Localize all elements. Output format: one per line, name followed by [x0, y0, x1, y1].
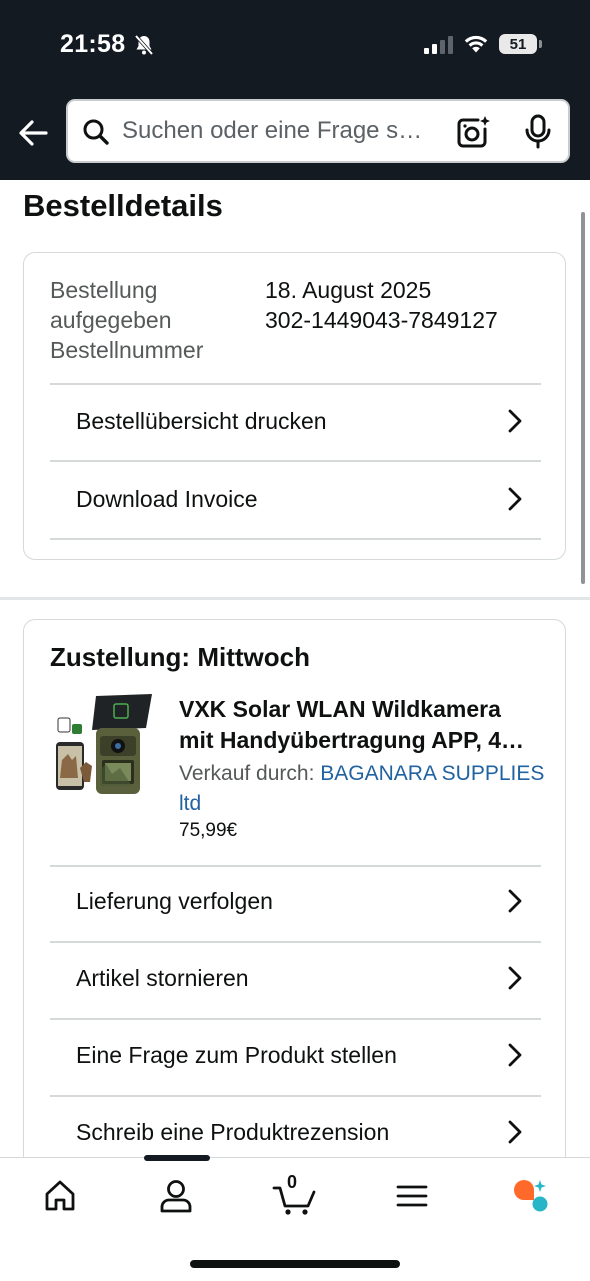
order-meta-labels: Bestellung aufgegeben Bestellnummer [50, 275, 203, 365]
product-title-line-1: VXK Solar WLAN Wildkamera [179, 696, 501, 722]
search-icon [83, 119, 109, 145]
camera-lens-icon[interactable] [456, 115, 492, 149]
search-bar[interactable] [66, 99, 570, 163]
chevron-right-icon [508, 1120, 522, 1144]
product-title-link[interactable]: VXK Solar WLAN Wildkamera mit Handyübert… [179, 694, 545, 756]
cell-signal-icon [424, 34, 453, 54]
back-arrow-icon[interactable] [14, 113, 54, 153]
scrollbar[interactable] [581, 212, 585, 584]
write-review-label: Schreib eine Produktrezension [76, 1119, 390, 1145]
chevron-right-icon [508, 1043, 522, 1067]
download-invoice-label: Download Invoice [76, 486, 258, 512]
seller-info: Verkauf durch: BAGANARA SUPPLIES ltd [179, 759, 545, 819]
print-order-summary-label: Bestellübersicht drucken [76, 408, 327, 434]
seller-name-line-2: ltd [179, 792, 202, 815]
home-indicator [190, 1260, 400, 1268]
product-price: 75,99€ [179, 820, 238, 841]
rufus-assistant-icon[interactable] [510, 1176, 550, 1216]
cancel-item-label: Artikel stornieren [76, 965, 249, 991]
cancel-item-row[interactable]: Artikel stornieren [50, 941, 541, 1017]
cart-icon [272, 1186, 316, 1215]
label-order-number: Bestellnummer [50, 337, 204, 363]
order-number: 302-1449043-7849127 [265, 307, 498, 333]
seller-name-line-1: BAGANARA SUPPLIES [320, 762, 545, 785]
chevron-right-icon [508, 966, 522, 990]
silent-bell-icon [134, 34, 154, 56]
seller-prefix: Verkauf durch: [179, 762, 315, 785]
cart-button[interactable]: 0 [272, 1172, 318, 1216]
account-icon[interactable] [156, 1176, 196, 1216]
status-time: 21:58 [60, 30, 126, 58]
chevron-right-icon [508, 889, 522, 913]
divider [50, 538, 541, 540]
label-order-placed-1: Bestellung [50, 277, 158, 303]
order-meta-values: 18. August 2025 302-1449043-7849127 [265, 275, 498, 335]
microphone-icon[interactable] [524, 114, 552, 150]
home-icon[interactable] [40, 1176, 80, 1216]
bottom-navigation: 0 [0, 1155, 590, 1281]
chevron-right-icon [508, 409, 522, 433]
order-info-card: Bestellung aufgegeben Bestellnummer 18. … [23, 252, 566, 560]
delivery-card: Zustellung: Mittwoch VXK Solar WLAN Wild… [23, 619, 566, 1179]
order-date: 18. August 2025 [265, 277, 432, 303]
download-invoice-row[interactable]: Download Invoice [50, 462, 541, 538]
ask-product-question-label: Eine Frage zum Produkt stellen [76, 1042, 397, 1068]
chevron-right-icon [508, 487, 522, 511]
page-title: Bestelldetails [23, 188, 223, 223]
menu-icon[interactable] [392, 1176, 432, 1216]
battery-indicator: 51 [499, 34, 537, 54]
section-separator [0, 597, 590, 600]
wifi-icon [464, 35, 488, 53]
search-input[interactable] [122, 111, 446, 151]
delivery-title: Zustellung: Mittwoch [50, 642, 310, 672]
track-delivery-row[interactable]: Lieferung verfolgen [50, 864, 541, 940]
print-order-summary-row[interactable]: Bestellübersicht drucken [50, 384, 541, 460]
ask-product-question-row[interactable]: Eine Frage zum Produkt stellen [50, 1018, 541, 1094]
product-image[interactable] [50, 690, 158, 802]
active-tab-indicator [144, 1155, 210, 1161]
app-header: 21:58 51 [0, 0, 590, 180]
track-delivery-label: Lieferung verfolgen [76, 888, 273, 914]
label-order-placed-2: aufgegeben [50, 307, 172, 333]
product-title-line-2: mit Handyübertragung APP, 4… [179, 727, 525, 753]
battery-tip [539, 40, 542, 48]
